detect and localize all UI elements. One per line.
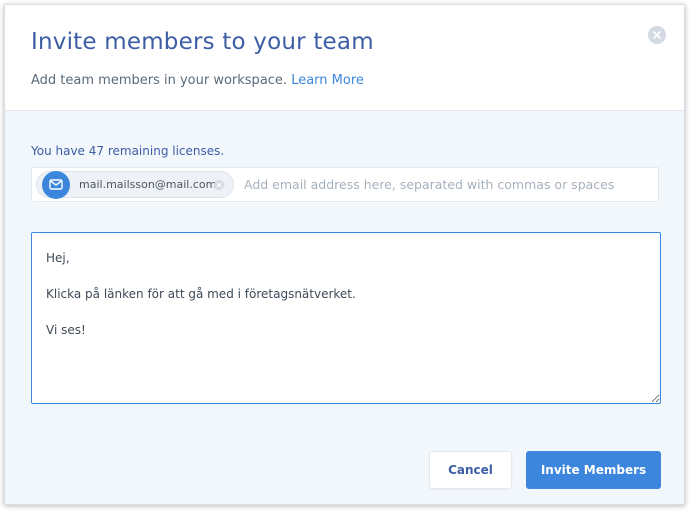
learn-more-link[interactable]: Learn More xyxy=(291,73,364,88)
dialog-subtitle: Add team members in your workspace. Lear… xyxy=(31,73,364,88)
chip-email-label: mail.mailsson@mail.com xyxy=(79,178,217,191)
message-line: Klicka på länken för att gå med i företa… xyxy=(46,287,356,301)
email-chip[interactable]: mail.mailsson@mail.com xyxy=(36,171,234,199)
email-recipients-field[interactable]: mail.mailsson@mail.com xyxy=(31,167,659,202)
cancel-button[interactable]: Cancel xyxy=(429,451,512,489)
remaining-licenses-text: You have 47 remaining licenses. xyxy=(31,144,225,158)
message-line: Vi ses! xyxy=(46,323,86,337)
invite-members-dialog: Invite members to your team Add team mem… xyxy=(4,4,685,505)
close-icon xyxy=(216,182,222,188)
chip-avatar xyxy=(42,171,70,199)
close-button[interactable] xyxy=(648,26,666,44)
subtitle-text: Add team members in your workspace. xyxy=(31,73,292,88)
dialog-title: Invite members to your team xyxy=(31,29,374,55)
chip-remove-button[interactable] xyxy=(214,180,224,190)
envelope-icon xyxy=(49,179,63,190)
email-input[interactable] xyxy=(244,171,649,198)
dialog-header: Invite members to your team Add team mem… xyxy=(5,5,684,111)
invite-members-button[interactable]: Invite Members xyxy=(526,451,661,489)
close-icon xyxy=(653,31,661,39)
invitation-message-textarea[interactable]: Hej, Klicka på länken för att gå med i f… xyxy=(31,232,661,404)
message-line: Hej, xyxy=(46,251,70,265)
